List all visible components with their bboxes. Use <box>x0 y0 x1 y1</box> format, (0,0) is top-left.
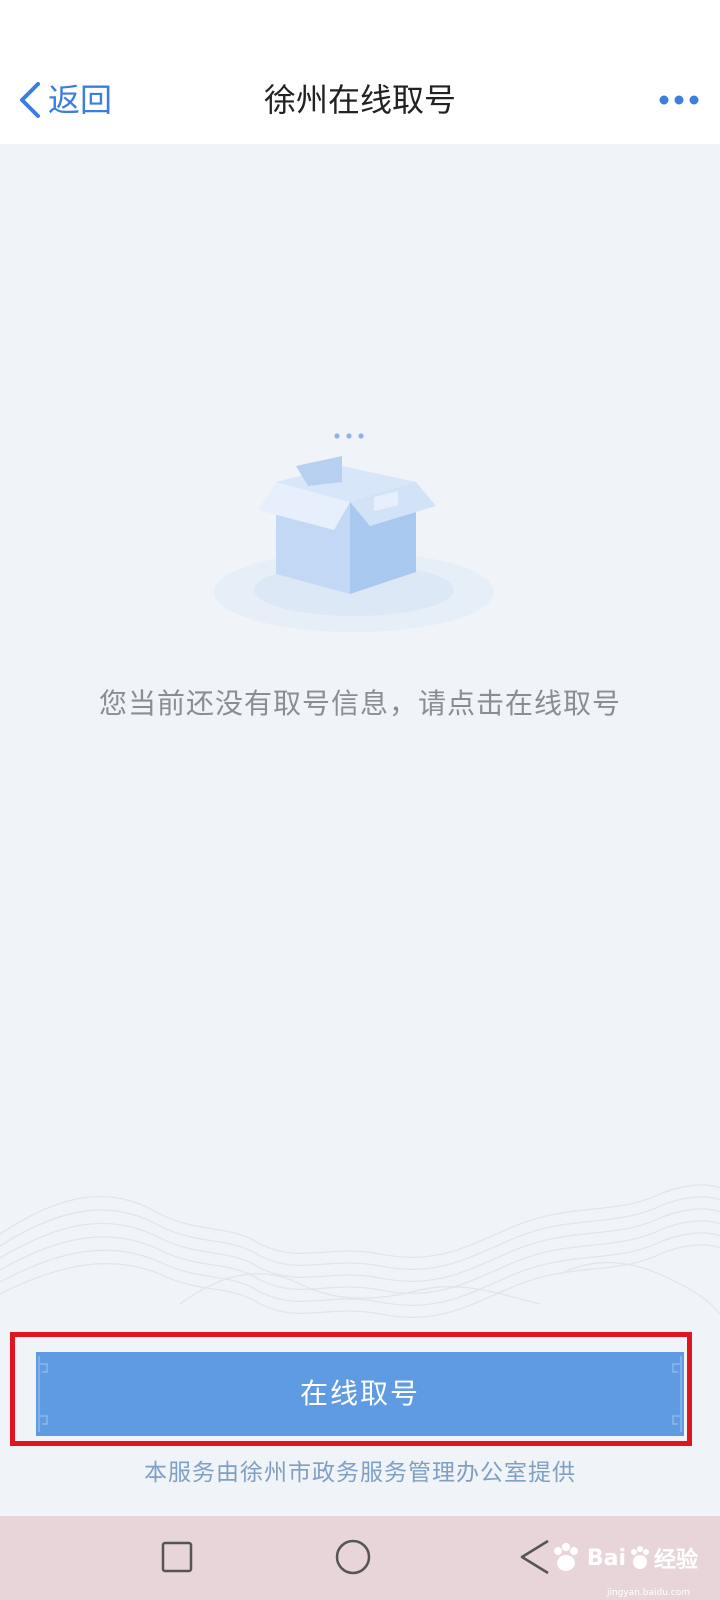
home-icon[interactable] <box>334 1538 372 1576</box>
take-number-label: 在线取号 <box>299 1377 420 1410</box>
empty-state-message: 您当前还没有取号信息，请点击在线取号 <box>98 687 621 720</box>
chevron-left-icon <box>20 82 40 118</box>
provider-note: 本服务由徐州市政务服务管理办公室提供 <box>144 1460 576 1486</box>
button-left-ornament <box>38 1356 48 1432</box>
take-number-button[interactable]: 在线取号 <box>36 1352 684 1436</box>
more-options-icon[interactable] <box>654 80 704 120</box>
back-label: 返回 <box>48 81 113 119</box>
main-content: 您当前还没有取号信息，请点击在线取号 <box>0 144 720 1516</box>
system-nav-bar <box>0 1516 720 1600</box>
status-bar <box>0 0 720 56</box>
recent-apps-icon[interactable] <box>160 1540 194 1574</box>
empty-box-icon <box>214 433 494 632</box>
button-right-ornament <box>672 1356 682 1432</box>
back-button[interactable]: 返回 <box>16 78 112 122</box>
back-triangle-icon[interactable] <box>518 1538 552 1576</box>
app-header: 返回 徐州在线取号 <box>0 56 720 144</box>
mountain-background <box>0 1184 720 1318</box>
